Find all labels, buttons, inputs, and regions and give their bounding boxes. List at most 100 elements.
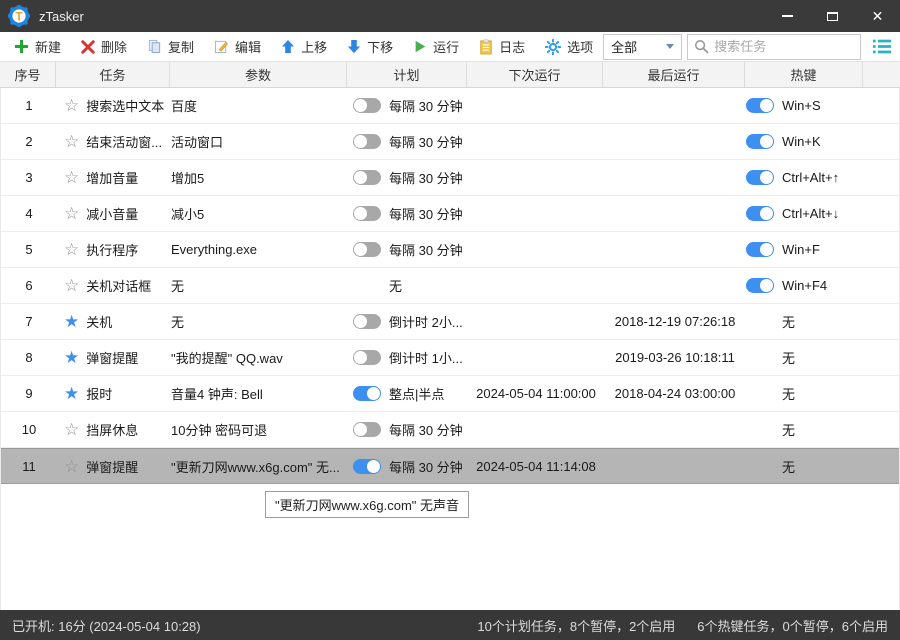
hotkey-toggle[interactable] bbox=[746, 98, 774, 113]
table-row[interactable]: 1 ☆ 搜索选中文本 百度 每隔 30 分钟 Win+S bbox=[1, 88, 899, 124]
schedule-toggle[interactable] bbox=[353, 422, 381, 437]
table-row[interactable]: 3 ☆ 增加音量 增加5 每隔 30 分钟 Ctrl+Alt+↑ bbox=[1, 160, 899, 196]
schedule-text: 倒计时 1小... bbox=[389, 351, 463, 366]
last-run: 2018-12-19 07:26:18 bbox=[614, 314, 736, 329]
titlebar: T zTasker ✕ bbox=[0, 0, 900, 32]
star-icon[interactable]: ★ bbox=[64, 313, 79, 330]
schedule-text: 每隔 30 分钟 bbox=[389, 423, 463, 438]
filter-value: 全部 bbox=[611, 40, 638, 55]
column-header-last-run[interactable]: 最后运行 bbox=[603, 62, 745, 87]
maximize-button[interactable] bbox=[810, 0, 855, 32]
row-number: 8 bbox=[25, 350, 33, 365]
table-row[interactable]: 2 ☆ 结束活动窗... 活动窗口 每隔 30 分钟 Win+K bbox=[1, 124, 899, 160]
last-run: 2018-04-24 03:00:00 bbox=[614, 386, 736, 401]
hotkey-text: Win+F bbox=[782, 242, 820, 257]
arrow-up-icon bbox=[281, 39, 295, 54]
hotkey-toggle[interactable] bbox=[746, 134, 774, 149]
run-task-button[interactable]: 运行 bbox=[403, 33, 469, 61]
log-button[interactable]: 日志 bbox=[469, 33, 535, 61]
schedule-toggle[interactable] bbox=[353, 458, 381, 474]
edit-task-button[interactable]: 编辑 bbox=[204, 33, 271, 61]
schedule-text: 整点|半点 bbox=[389, 387, 445, 402]
table-header: 序号 任务 参数 计划 下次运行 最后运行 热键 bbox=[0, 62, 900, 88]
plus-icon bbox=[14, 39, 29, 54]
task-params: 10分钟 密码可退 bbox=[171, 423, 268, 438]
column-header-hotkey[interactable]: 热键 bbox=[745, 62, 863, 87]
search-input[interactable] bbox=[714, 39, 845, 54]
schedule-toggle[interactable] bbox=[353, 170, 381, 185]
table-row[interactable]: 8 ★ 弹窗提醒 "我的提醒" QQ.wav 倒计时 1小... 2019-03… bbox=[1, 340, 899, 376]
row-number: 5 bbox=[25, 242, 33, 257]
hotkey-toggle[interactable] bbox=[746, 206, 774, 221]
table-row[interactable]: 6 ☆ 关机对话框 无 无 Win+F4 bbox=[1, 268, 899, 304]
star-icon[interactable]: ☆ bbox=[64, 133, 79, 150]
delete-task-button[interactable]: 删除 bbox=[71, 33, 137, 61]
column-header-schedule[interactable]: 计划 bbox=[347, 62, 467, 87]
column-header-index[interactable]: 序号 bbox=[0, 62, 56, 87]
toolbar: 新建 删除 复制 编辑 上移 下移 运行 日志 选项 全部 搜索任务 bbox=[0, 32, 900, 62]
star-icon[interactable]: ★ bbox=[64, 385, 79, 402]
schedule-toggle[interactable] bbox=[353, 386, 381, 401]
filter-dropdown[interactable]: 全部 bbox=[603, 33, 683, 60]
star-icon[interactable]: ☆ bbox=[64, 277, 79, 294]
copy-task-button[interactable]: 复制 bbox=[137, 33, 204, 61]
table-row[interactable]: 10 ☆ 挡屏休息 10分钟 密码可退 每隔 30 分钟 无 bbox=[1, 412, 899, 448]
options-button[interactable]: 选项 bbox=[535, 33, 603, 61]
move-down-button[interactable]: 下移 bbox=[337, 33, 403, 61]
close-button[interactable]: ✕ bbox=[855, 0, 900, 32]
uptime-status: 已开机: 16分 (2024-05-04 10:28) bbox=[12, 618, 201, 634]
schedule-text: 每隔 30 分钟 bbox=[389, 99, 463, 114]
table-row[interactable]: 9 ★ 报时 音量4 钟声: Bell 整点|半点 2024-05-04 11:… bbox=[1, 376, 899, 412]
new-task-button[interactable]: 新建 bbox=[4, 33, 71, 61]
window-title: zTasker bbox=[39, 8, 84, 24]
schedule-toggle[interactable] bbox=[353, 314, 381, 329]
hotkey-text: 无 bbox=[782, 351, 796, 366]
play-icon bbox=[415, 40, 426, 53]
hotkey-text: Win+F4 bbox=[782, 278, 828, 293]
table-row[interactable]: 5 ☆ 执行程序 Everything.exe 每隔 30 分钟 Win+F bbox=[1, 232, 899, 268]
star-icon[interactable]: ☆ bbox=[64, 241, 79, 258]
hotkey-text: 无 bbox=[782, 459, 796, 475]
star-icon[interactable]: ☆ bbox=[64, 169, 79, 186]
copy-icon bbox=[148, 39, 161, 54]
plan-task-stats: 10个计划任务，8个暂停，2个启用 bbox=[477, 618, 676, 634]
task-name: 关机 bbox=[86, 315, 113, 330]
hotkey-toggle[interactable] bbox=[746, 170, 774, 185]
column-header-params[interactable]: 参数 bbox=[170, 62, 347, 87]
schedule-toggle[interactable] bbox=[353, 350, 381, 365]
task-name: 执行程序 bbox=[86, 243, 139, 258]
row-number: 4 bbox=[25, 206, 33, 221]
schedule-text: 每隔 30 分钟 bbox=[389, 135, 463, 150]
column-header-filler bbox=[863, 62, 900, 87]
column-header-task[interactable]: 任务 bbox=[56, 62, 170, 87]
hotkey-toggle[interactable] bbox=[746, 242, 774, 257]
move-up-button[interactable]: 上移 bbox=[271, 33, 337, 61]
schedule-toggle[interactable] bbox=[353, 206, 381, 221]
task-params: 音量4 钟声: Bell bbox=[171, 387, 263, 402]
search-icon bbox=[695, 39, 709, 54]
table-row[interactable]: 7 ★ 关机 无 倒计时 2小... 2018-12-19 07:26:18 无 bbox=[1, 304, 899, 340]
app-window: T zTasker ✕ 新建 删除 复制 编辑 上移 下移 运行 日志 选项 全… bbox=[0, 0, 900, 640]
schedule-toggle[interactable] bbox=[353, 98, 381, 113]
minimize-button[interactable] bbox=[765, 0, 810, 32]
star-icon[interactable]: ☆ bbox=[64, 421, 79, 438]
hotkey-toggle[interactable] bbox=[746, 278, 774, 293]
schedule-toggle[interactable] bbox=[353, 242, 381, 257]
search-box bbox=[687, 33, 861, 60]
table-row[interactable]: 4 ☆ 减小音量 减小5 每隔 30 分钟 Ctrl+Alt+↓ bbox=[1, 196, 899, 232]
edit-pencil-icon bbox=[214, 40, 229, 54]
column-header-next-run[interactable]: 下次运行 bbox=[467, 62, 603, 87]
task-name: 弹窗提醒 bbox=[86, 351, 139, 366]
star-icon[interactable]: ☆ bbox=[64, 205, 79, 222]
task-name: 弹窗提醒 bbox=[86, 459, 139, 475]
task-name: 减小音量 bbox=[86, 207, 139, 222]
task-name: 增加音量 bbox=[86, 171, 139, 186]
schedule-toggle[interactable] bbox=[353, 134, 381, 149]
star-icon[interactable]: ☆ bbox=[64, 97, 79, 114]
star-icon[interactable]: ☆ bbox=[64, 458, 79, 475]
table-row[interactable]: 11 ☆ 弹窗提醒 "更新刀网www.x6g.com" 无... 每隔 30 分… bbox=[1, 448, 899, 484]
star-icon[interactable]: ★ bbox=[64, 349, 79, 366]
view-list-button[interactable] bbox=[872, 38, 892, 55]
hotkey-text: Win+S bbox=[782, 98, 821, 113]
next-run: 2024-05-04 11:00:00 bbox=[476, 386, 596, 401]
